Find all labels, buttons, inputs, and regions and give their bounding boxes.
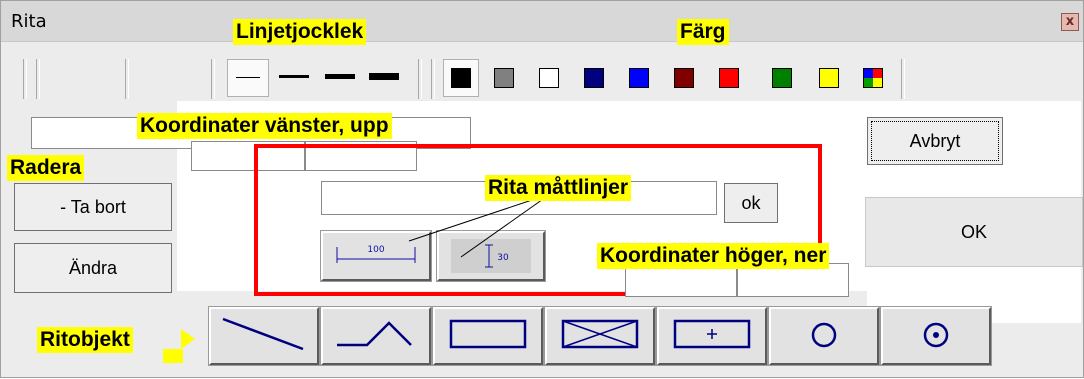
- callout-coords-right-down: Koordinater höger, ner: [597, 243, 830, 269]
- callout-line-thickness: Linjetjocklek: [233, 19, 367, 45]
- callout-coords-left-up: Koordinater vänster, upp: [137, 113, 392, 139]
- callout-pointer: [163, 349, 183, 363]
- callout-delete: Radera: [7, 155, 85, 181]
- callout-color: Färg: [677, 19, 729, 45]
- rita-window: Rita x ok 100 30 Avbryt OK - Ta bort Änd…: [0, 0, 1084, 378]
- callout-draw-objects: Ritobjekt: [37, 327, 133, 353]
- callout-pointer: [181, 329, 195, 349]
- callout-dimension-lines: Rita måttlinjer: [485, 175, 632, 201]
